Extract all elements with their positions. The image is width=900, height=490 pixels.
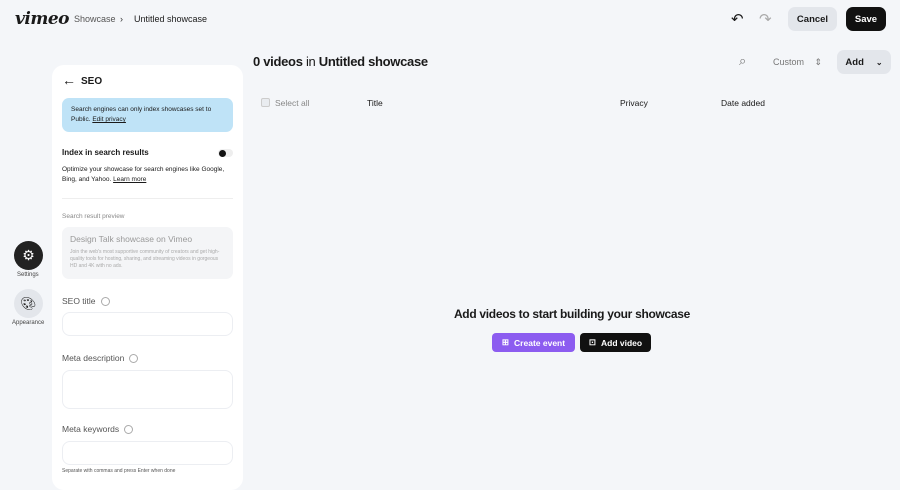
add-video-button[interactable]: ⊡ Add video bbox=[580, 333, 651, 352]
info-icon[interactable] bbox=[124, 424, 134, 434]
save-button[interactable]: Save bbox=[846, 7, 886, 31]
select-all-label[interactable]: Select all bbox=[275, 98, 310, 108]
keywords-hint: Separate with commas and press Enter whe… bbox=[62, 468, 176, 474]
meta-keywords-label: Meta keywords bbox=[62, 424, 134, 434]
preview-desc: Join the web's most supportive community… bbox=[70, 249, 220, 269]
back-arrow-icon[interactable]: ← bbox=[62, 72, 76, 88]
label-text: Meta description bbox=[62, 353, 125, 363]
index-toggle[interactable] bbox=[218, 149, 233, 157]
appearance-nav[interactable]: 🎨︎ bbox=[14, 289, 43, 318]
page-title: 0 videos in Untitled showcase bbox=[253, 54, 428, 69]
redo-icon[interactable]: ↷ bbox=[759, 10, 772, 28]
info-icon[interactable] bbox=[129, 353, 139, 363]
appearance-label: Appearance bbox=[12, 320, 45, 326]
panel-title: SEO bbox=[81, 76, 103, 87]
preview-label: Search result preview bbox=[62, 213, 125, 220]
meta-description-input[interactable] bbox=[62, 370, 233, 409]
select-all-checkbox[interactable] bbox=[261, 98, 270, 107]
sort-dropdown[interactable]: Custom ⇕ bbox=[773, 57, 822, 68]
meta-keywords-input[interactable] bbox=[62, 441, 233, 465]
preview-title: Design Talk showcase on Vimeo bbox=[70, 234, 193, 244]
add-dropdown-button[interactable]: Add ⌄ bbox=[837, 50, 891, 74]
palette-icon: 🎨︎ bbox=[14, 289, 43, 318]
column-date-added[interactable]: Date added bbox=[721, 98, 765, 108]
add-label: Add bbox=[845, 56, 864, 68]
gear-icon: ⚙ bbox=[14, 241, 43, 270]
create-event-label: Create event bbox=[514, 337, 566, 348]
video-count: 0 videos bbox=[253, 54, 303, 69]
empty-state-title: Add videos to start building your showca… bbox=[453, 307, 691, 321]
divider bbox=[62, 198, 233, 199]
column-privacy[interactable]: Privacy bbox=[620, 98, 648, 108]
label-text: Meta keywords bbox=[62, 424, 120, 434]
search-preview: Design Talk showcase on Vimeo Join the w… bbox=[62, 227, 233, 279]
chevron-right-icon: › bbox=[120, 14, 123, 24]
index-description: Optimize your showcase for search engine… bbox=[62, 165, 232, 185]
seo-title-input[interactable] bbox=[62, 312, 233, 336]
chevron-down-icon: ⌄ bbox=[875, 57, 883, 67]
showcase-name: Untitled showcase bbox=[318, 54, 428, 69]
column-title[interactable]: Title bbox=[367, 98, 383, 108]
vimeo-logo[interactable]: vimeo bbox=[15, 9, 69, 29]
edit-privacy-link[interactable]: Edit privacy bbox=[92, 116, 126, 123]
meta-description-label: Meta description bbox=[62, 353, 139, 363]
cancel-button[interactable]: Cancel bbox=[788, 7, 837, 31]
search-icon[interactable]: ⌕ bbox=[739, 53, 746, 69]
sort-icon: ⇕ bbox=[814, 57, 823, 67]
info-icon[interactable] bbox=[100, 296, 110, 306]
sort-label: Custom bbox=[773, 57, 805, 67]
learn-more-link[interactable]: Learn more bbox=[113, 176, 146, 183]
add-video-label: Add video bbox=[601, 337, 643, 348]
privacy-notice: Search engines can only index showcases … bbox=[62, 98, 233, 132]
undo-icon[interactable]: ↶ bbox=[731, 10, 744, 28]
settings-nav[interactable]: ⚙ bbox=[14, 241, 43, 270]
create-event-button[interactable]: ⊞ Create event bbox=[492, 333, 575, 352]
breadcrumb-showcase[interactable]: Showcase bbox=[74, 14, 116, 24]
play-square-icon: ⊡ bbox=[588, 337, 597, 347]
in-text: in bbox=[305, 54, 316, 69]
plus-square-icon: ⊞ bbox=[501, 337, 510, 347]
breadcrumb-current: Untitled showcase bbox=[134, 14, 208, 24]
seo-panel: ← SEO Search engines can only index show… bbox=[52, 65, 243, 490]
label-text: SEO title bbox=[62, 296, 96, 306]
seo-title-label: SEO title bbox=[62, 296, 110, 306]
settings-label: Settings bbox=[17, 272, 39, 278]
index-label: Index in search results bbox=[62, 148, 149, 157]
